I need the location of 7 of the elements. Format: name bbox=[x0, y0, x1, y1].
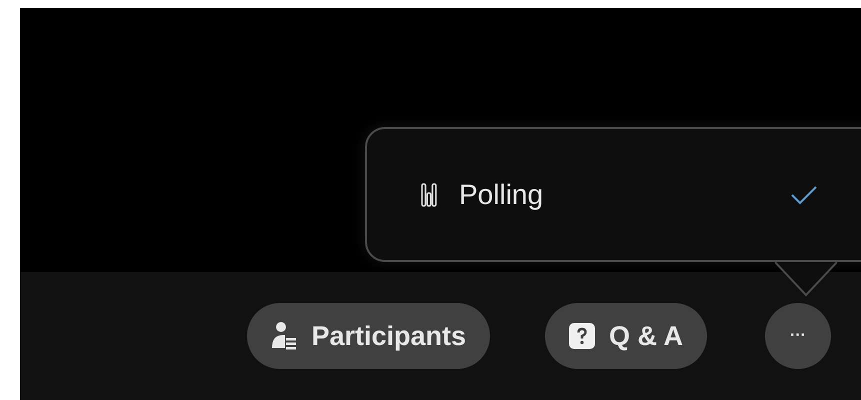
qa-button[interactable]: Q & A bbox=[545, 303, 707, 369]
question-icon bbox=[569, 323, 595, 349]
participants-icon bbox=[271, 321, 298, 351]
more-button[interactable]: ··· bbox=[765, 303, 831, 369]
menu-item[interactable]: Polling bbox=[459, 174, 544, 216]
poll-icon bbox=[421, 182, 437, 206]
participants-button[interactable]: Participants bbox=[247, 303, 490, 369]
